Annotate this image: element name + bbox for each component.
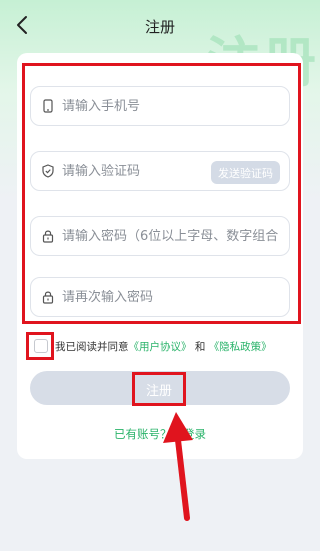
phone-input[interactable] [62,98,242,114]
lock-icon [42,230,54,243]
phone-icon [43,99,53,113]
agreement-text: 我已阅读并同意《用户协议》 和 《隐私政策》 [55,339,272,354]
login-link-row: 已有账号？去登录 [0,426,320,442]
user-agreement-link[interactable]: 《用户协议》 [129,341,192,353]
send-code-button[interactable]: 发送验证码 [211,161,280,184]
privacy-policy-link[interactable]: 《隐私政策》 [209,341,272,353]
login-link[interactable]: 已有账号？去登录 [114,427,206,441]
lock-icon [42,291,54,304]
header-bar: 注册 注册 [0,0,320,94]
register-button-label[interactable]: 注册 [132,372,186,406]
shield-icon [42,164,54,178]
password-confirm-field[interactable] [30,277,290,317]
agree-checkbox[interactable] [34,339,48,353]
password-input[interactable] [62,228,287,244]
password-confirm-input[interactable] [62,289,242,305]
verification-code-input[interactable] [62,163,192,179]
password-field[interactable] [30,216,290,256]
page-title: 注册 [144,18,175,36]
phone-field[interactable] [30,86,290,126]
agreement-prefix: 我已阅读并同意 [55,341,129,353]
checkbox-highlight-box [26,332,54,360]
agreement-and: 和 [191,341,209,353]
verification-code-field[interactable]: 发送验证码 [30,151,290,191]
